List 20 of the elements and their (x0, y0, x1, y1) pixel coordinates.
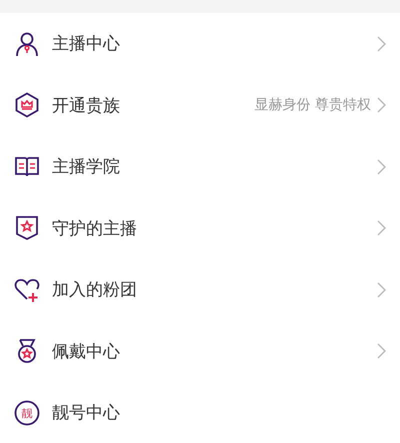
menu-item[interactable]: 靓 靓号中心 (0, 382, 400, 443)
menu-label: 佩戴中心 (52, 340, 121, 363)
menu-item[interactable]: 主播学院 (0, 136, 400, 198)
menu-item[interactable]: 守护的主播 (0, 198, 400, 259)
person-icon (14, 30, 40, 57)
menu-label: 开通贵族 (52, 94, 121, 117)
shield-icon (14, 215, 40, 242)
menu-item[interactable]: 开通贵族 显赫身份 尊贵特权 (0, 74, 400, 136)
menu-hint: 显赫身份 尊贵特权 (254, 96, 371, 114)
menu-item[interactable]: 佩戴中心 (0, 320, 400, 382)
heart-plus-icon (14, 276, 40, 303)
menu-item[interactable]: 主播中心 (0, 13, 400, 74)
crown-icon (14, 92, 40, 118)
menu-label: 主播中心 (52, 33, 121, 56)
menu-item[interactable]: 加入的粉团 (0, 259, 400, 320)
number-badge-icon: 靓 (14, 400, 40, 426)
menu-label: 靓号中心 (52, 402, 121, 424)
menu-label: 加入的粉团 (52, 279, 138, 302)
menu-label: 主播学院 (52, 156, 121, 178)
menu-label: 守护的主播 (52, 218, 138, 240)
